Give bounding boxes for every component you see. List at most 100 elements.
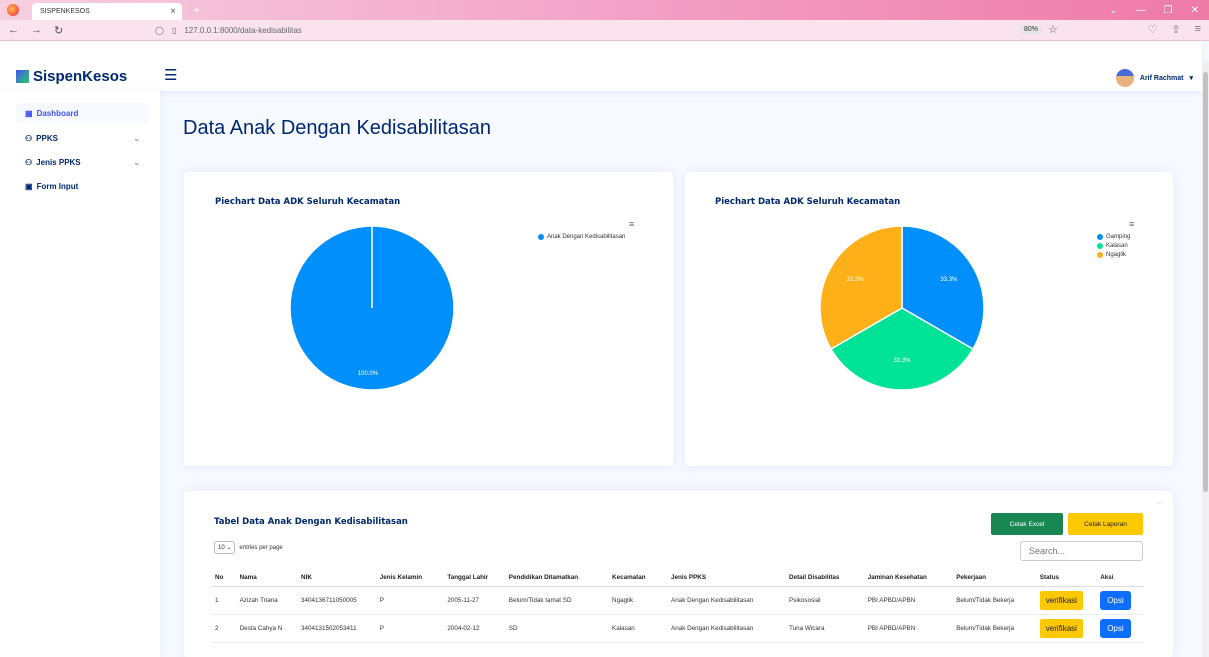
table-cell: Azizah Triana [236, 586, 299, 615]
cetak-excel-button[interactable]: Cetak Excel [991, 513, 1063, 535]
table-row: 2 Desta Cahya N 3404131502053411 P 2004-02-1… [212, 614, 1144, 643]
column-header[interactable]: Detail Disabilitas [786, 570, 865, 587]
entries-select[interactable]: 10 ⌄ [214, 541, 236, 554]
logo-text: SispenKesos [33, 68, 128, 85]
pocket-icon[interactable]: ♡ [1147, 23, 1157, 36]
data-label: 100.0% [358, 371, 379, 377]
scrollbar-thumb[interactable] [1203, 72, 1208, 492]
column-header[interactable]: No [212, 570, 237, 587]
cell-text: P [379, 624, 384, 632]
cell-text: SD [508, 624, 518, 632]
table-cell: PBI APBD/APBN [864, 586, 954, 615]
sidebar-item-form-input[interactable]: ▣ Form Input [16, 176, 148, 196]
user-name: Arif Rachmat [1139, 74, 1184, 82]
sidebar-item-jenis-ppks[interactable]: ⚇ Jenis PPKS ⌄ [16, 152, 148, 172]
reload-icon[interactable]: ↻ [54, 24, 63, 37]
sidebar-item-label: Jenis PPKS [36, 157, 81, 167]
cell-text: 2004-02-12 [447, 624, 480, 632]
table-cell: SD [505, 614, 610, 643]
chart-legend-2: Gamping Kalasan Ngaglik [1097, 234, 1130, 261]
minimize-icon[interactable]: — [1136, 5, 1146, 16]
column-header[interactable]: Status [1036, 570, 1098, 587]
app-logo[interactable]: SispenKesos [16, 68, 127, 85]
maximize-icon[interactable]: ❐ [1164, 5, 1173, 16]
sidebar-item-dashboard[interactable]: ▦ Dashboard [16, 103, 148, 123]
sidebar-item-ppks[interactable]: ⚇ PPKS ⌄ [16, 128, 148, 148]
url-text: 127.0.0.1:8000/data-kedisabilitas [184, 26, 302, 35]
column-header[interactable]: Jenis Kelamin [376, 570, 445, 587]
logo-icon [16, 70, 29, 83]
legend-item[interactable]: Gamping [1097, 234, 1130, 240]
sidebar-item-label: Dashboard [36, 108, 79, 118]
cell-text: Azizah Triana [239, 596, 278, 604]
legend-label: Anak Dengan Kedisabilitasan [547, 234, 626, 240]
app-menu-icon[interactable]: ≡ [1195, 23, 1201, 36]
zoom-level[interactable]: 80% [1020, 25, 1043, 34]
column-header[interactable]: Tanggal Lahir [444, 570, 506, 587]
opsi-button[interactable]: Opsi [1100, 618, 1131, 638]
table-cell: Psikososial [786, 586, 865, 615]
app-header [0, 41, 1202, 91]
window-controls: ⌄ — ❐ ✕ [1109, 0, 1209, 20]
table-cell: Desta Cahya N [236, 614, 299, 643]
column-header[interactable]: Nama [236, 570, 299, 587]
table-cell: Kalasan [609, 614, 669, 643]
table-row: 1 Azizah Triana 3404136711050005 P 2005-11-2… [212, 586, 1144, 615]
caret-down-icon: ▾ [1189, 75, 1193, 82]
cell-text: Anak Dengan Kedisabilitasan [671, 624, 754, 632]
table-cell: 2 [212, 614, 237, 643]
entries-label: entries per page [239, 544, 283, 551]
bookmark-star-icon[interactable]: ☆ [1048, 23, 1058, 36]
people-icon: ⚇ [25, 157, 33, 167]
chart-menu-icon[interactable]: ≡ [629, 219, 634, 229]
cell-text: Psikososial [789, 596, 821, 604]
legend-item[interactable]: Kalasan [1097, 243, 1130, 249]
page-scrollbar[interactable] [1202, 62, 1209, 657]
cell-text: Ngaglik [612, 596, 634, 604]
pie-chart-2: 33.3% 33.3% 33.3% [819, 225, 985, 391]
chart-menu-icon[interactable]: ≡ [1129, 219, 1134, 229]
legend-marker [1097, 234, 1103, 240]
column-header[interactable]: Jenis PPKS [668, 570, 787, 587]
legend-label: Ngaglik [1106, 252, 1127, 258]
legend-item[interactable]: Anak Dengan Kedisabilitasan [538, 234, 625, 240]
cell-text: 1 [215, 596, 219, 604]
more-icon[interactable]: ··· [1156, 500, 1163, 507]
table-cell: Belum/Tidak tamat SD [505, 586, 610, 615]
list-tabs-icon[interactable]: ⌄ [1109, 5, 1117, 16]
column-header[interactable]: Aksi [1097, 570, 1144, 587]
table-cell: PBI APBD/APBN [864, 614, 954, 643]
column-header[interactable]: NIK [298, 570, 377, 587]
close-tab-icon[interactable]: × [170, 6, 176, 17]
cell-text: Kalasan [612, 624, 635, 632]
opsi-button[interactable]: Opsi [1100, 590, 1131, 610]
search-input[interactable] [1020, 541, 1143, 561]
user-menu[interactable]: Arif Rachmat ▾ [1115, 69, 1193, 87]
column-header[interactable]: Jaminan Kesehatan [864, 570, 954, 587]
column-header[interactable]: Kecamatan [609, 570, 669, 587]
table-cell: P [376, 614, 445, 643]
table-cell: verifikasi [1036, 614, 1098, 643]
column-header[interactable]: Pendidikan Ditamatkan [505, 570, 610, 587]
address-bar[interactable]: ◯ ▯ 127.0.0.1:8000/data-kedisabilitas [155, 23, 1055, 38]
legend-label: Kalasan [1106, 243, 1128, 249]
verifikasi-button[interactable]: verifikasi [1039, 618, 1083, 638]
shield-icon: ◯ [155, 26, 164, 35]
column-header[interactable]: Pekerjaan [953, 570, 1037, 587]
legend-marker [1097, 243, 1103, 249]
toggle-sidebar-icon[interactable]: ☰ [164, 66, 177, 84]
browser-tab[interactable]: SISPENKESOS × [32, 3, 182, 20]
table-title: Tabel Data Anak Dengan Kedisabilitasan [214, 517, 408, 527]
new-tab-icon[interactable]: + [193, 3, 200, 17]
cell-text: Anak Dengan Kedisabilitasan [671, 596, 754, 604]
people-icon: ⚇ [25, 133, 33, 143]
close-window-icon[interactable]: ✕ [1191, 5, 1199, 16]
table-cell: Ngaglik [609, 586, 669, 615]
cetak-laporan-button[interactable]: Cetak Laporan [1068, 513, 1143, 535]
legend-item[interactable]: Ngaglik [1097, 252, 1130, 258]
back-icon[interactable]: ← [8, 24, 19, 37]
pie-chart-1: 100.0% [289, 225, 455, 391]
verifikasi-button[interactable]: verifikasi [1039, 590, 1083, 610]
forward-icon[interactable]: → [31, 24, 42, 37]
extensions-icon[interactable]: ⇪ [1171, 23, 1180, 36]
